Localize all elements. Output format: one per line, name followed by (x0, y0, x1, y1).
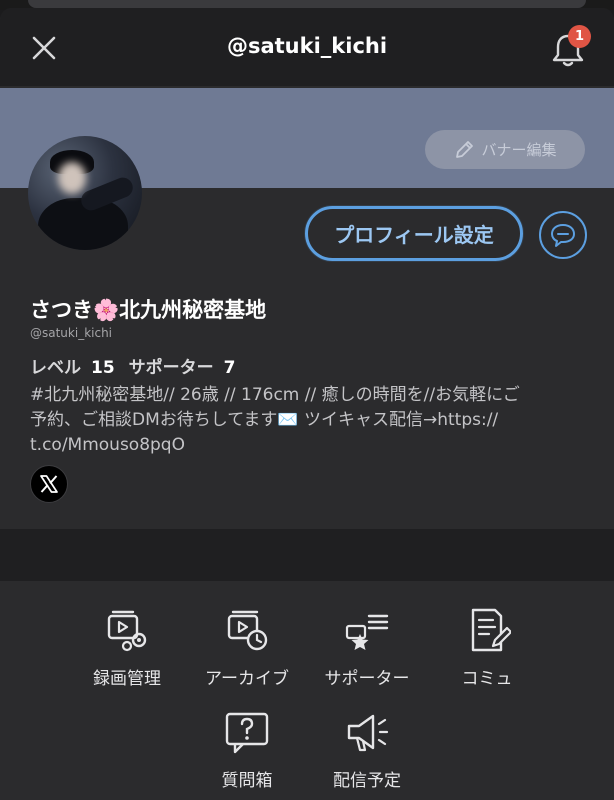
user-handle: @satuki_kichi (30, 326, 113, 340)
avatar[interactable] (28, 136, 142, 250)
bio-line: #北九州秘密基地// 26歳 // 176cm // 癒しの時間を//お気軽にご (30, 385, 520, 405)
avatar-face-blur (58, 162, 86, 194)
banner-edit-button[interactable]: バナー編集 (425, 130, 585, 169)
notification-badge: 1 (568, 25, 591, 48)
video-history-icon (227, 610, 268, 651)
x-logo-icon (40, 475, 58, 493)
menu-label: 質問箱 (221, 771, 273, 791)
page-title: @satuki_kichi (226, 34, 388, 58)
profile-sheet: @satuki_kichi 1 バナー編集 プロフィール設定 さつき🌸北九州秘密… (0, 8, 614, 800)
question-box-icon (225, 712, 269, 754)
message-button[interactable] (539, 211, 587, 259)
profile-settings-label: プロフィール設定 (334, 223, 494, 247)
background-window-peek (28, 0, 586, 8)
level-label: レベル (30, 358, 81, 378)
profile-stats: レベル 15 サポーター 7 (30, 353, 250, 378)
bio-link[interactable]: t.co/Mmouso8pqO (30, 433, 590, 458)
menu-label: アーカイブ (205, 669, 289, 689)
video-settings-icon (107, 610, 147, 652)
menu-supporters[interactable]: サポーター (307, 606, 427, 702)
section-divider (0, 529, 614, 581)
level-value: 15 (91, 358, 115, 378)
pencil-icon (456, 140, 474, 158)
bio-line[interactable]: 予約、ご相談DMお待ちしてます✉️ ツイキャス配信→https:// (30, 408, 590, 433)
profile-bio: #北九州秘密基地// 26歳 // 176cm // 癒しの時間を//お気軽にご… (30, 383, 590, 458)
menu-recording-management[interactable]: 録画管理 (67, 606, 187, 702)
x-social-link[interactable] (30, 465, 68, 503)
menu-label: 録画管理 (93, 669, 161, 689)
menu-broadcast-schedule[interactable]: 配信予定 (307, 708, 427, 800)
supporter-value[interactable]: 7 (224, 358, 236, 378)
supporter-label[interactable]: サポーター (129, 358, 214, 378)
menu-label: コミュ (461, 669, 513, 689)
supporter-star-icon (345, 614, 389, 650)
header-bar: @satuki_kichi 1 (0, 8, 614, 86)
chat-bubble-icon (551, 224, 575, 247)
menu-label: サポーター (324, 669, 410, 689)
community-note-icon (471, 608, 511, 652)
profile-settings-button[interactable]: プロフィール設定 (305, 206, 523, 261)
menu-archive[interactable]: アーカイブ (187, 606, 307, 702)
display-name: さつき🌸北九州秘密基地 (30, 298, 267, 322)
menu-label: 配信予定 (333, 771, 401, 791)
megaphone-icon (347, 714, 389, 752)
menu-question-box[interactable]: 質問箱 (187, 708, 307, 800)
menu-community[interactable]: コミュ (427, 606, 547, 702)
banner-edit-label: バナー編集 (481, 141, 557, 159)
